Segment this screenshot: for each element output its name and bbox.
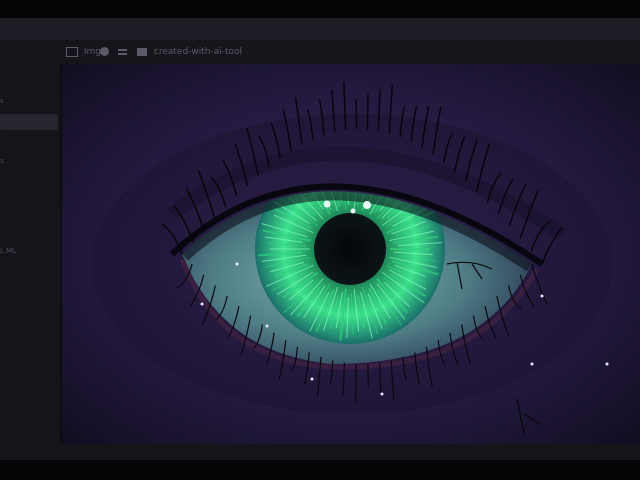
highlight-3 bbox=[350, 208, 356, 214]
sidebar-item-selected[interactable] bbox=[0, 114, 58, 130]
sparkle bbox=[540, 294, 544, 298]
sparkle bbox=[380, 392, 384, 396]
toolbar: Img created-with-ai-tool bbox=[0, 40, 640, 64]
grid-icon bbox=[118, 48, 127, 55]
title-bar bbox=[0, 18, 640, 41]
sparkle bbox=[265, 324, 269, 328]
highlight-1 bbox=[323, 200, 331, 208]
image-viewport[interactable] bbox=[62, 64, 640, 444]
highlight-2 bbox=[363, 201, 371, 209]
toolbar-image-label: Img bbox=[83, 47, 102, 57]
sidebar: s s L ML bbox=[0, 64, 61, 444]
eye-illustration bbox=[62, 64, 640, 444]
sparkle bbox=[530, 362, 534, 366]
status-bar bbox=[0, 444, 640, 460]
eyelash bbox=[366, 93, 369, 130]
sidebar-item-3[interactable]: L ML bbox=[0, 244, 58, 258]
app-window: Img created-with-ai-tool s s L ML bbox=[0, 0, 640, 480]
toolbar-image-button[interactable]: Img bbox=[66, 45, 101, 59]
lower-eyelash bbox=[355, 363, 357, 404]
globe-icon bbox=[100, 47, 109, 56]
folder-icon bbox=[137, 47, 147, 56]
sidebar-item-1[interactable]: s bbox=[0, 94, 58, 108]
sparkle bbox=[200, 302, 204, 306]
toolbar-globe-button[interactable] bbox=[100, 45, 109, 59]
os-bottom-bar bbox=[0, 460, 640, 480]
pupil bbox=[314, 213, 386, 285]
os-top-bar bbox=[0, 0, 640, 18]
sidebar-item-label: L ML bbox=[0, 247, 17, 255]
lower-eyelash bbox=[367, 363, 369, 388]
toolbar-folder-button[interactable]: created-with-ai-tool bbox=[137, 45, 242, 59]
sidebar-item-2[interactable]: s bbox=[0, 154, 58, 168]
eyelash bbox=[355, 98, 358, 130]
sparkle bbox=[605, 362, 609, 366]
sidebar-item-label: s bbox=[0, 157, 4, 165]
sparkle bbox=[235, 262, 239, 266]
sidebar-item-label: s bbox=[0, 97, 4, 105]
toolbar-folder-label: created-with-ai-tool bbox=[153, 47, 243, 57]
image-icon bbox=[66, 46, 78, 57]
toolbar-grid-button[interactable] bbox=[118, 45, 127, 59]
sparkle bbox=[310, 377, 314, 381]
